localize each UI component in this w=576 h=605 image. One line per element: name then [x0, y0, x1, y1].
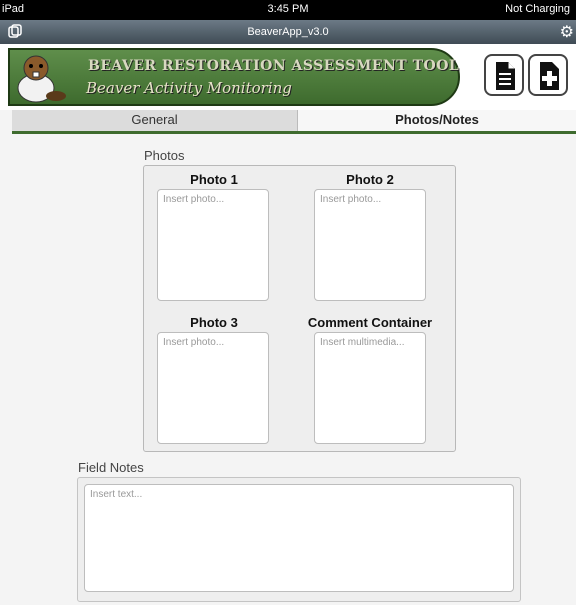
- photo-2-title: Photo 2: [346, 172, 394, 187]
- photo-3-field[interactable]: Insert photo...: [157, 332, 269, 444]
- photo-1-field[interactable]: Insert photo...: [157, 189, 269, 301]
- app-title-bar: BeaverApp_v3.0 ⚙: [0, 20, 576, 44]
- comment-container-title: Comment Container: [307, 315, 433, 330]
- field-notes-label: Field Notes: [78, 460, 144, 475]
- banner-bar: [8, 48, 460, 106]
- comment-container-field[interactable]: Insert multimedia...: [314, 332, 426, 444]
- banner-subtitle: Beaver Activity Monitoring: [86, 79, 292, 97]
- beaver-logo: [17, 55, 66, 103]
- photo-2-field[interactable]: Insert photo...: [314, 189, 426, 301]
- photos-section-label: Photos: [144, 148, 185, 163]
- add-button[interactable]: [528, 54, 568, 96]
- photo-3-title: Photo 3: [190, 315, 238, 330]
- app-banner: BEAVER RESTORATION ASSESSMENT TOOL Beave…: [0, 44, 576, 110]
- tab-photos-notes[interactable]: Photos/Notes: [298, 110, 576, 131]
- field-notes-container: Insert text...: [77, 477, 521, 602]
- status-bar: iPad 3:45 PM Not Charging: [0, 0, 576, 20]
- battery-status: Not Charging: [505, 3, 570, 15]
- app-title: BeaverApp_v3.0: [247, 26, 329, 38]
- photo-1-title: Photo 1: [190, 172, 238, 187]
- clock: 3:45 PM: [267, 3, 309, 15]
- new-document-button[interactable]: [484, 54, 524, 96]
- photos-container: Photo 1 Insert photo... Photo 2 Insert p…: [143, 165, 456, 452]
- field-notes-input[interactable]: Insert text...: [84, 484, 514, 592]
- tab-bar: General Photos/Notes: [12, 110, 576, 134]
- gear-icon[interactable]: ⚙: [560, 22, 574, 42]
- banner-title: BEAVER RESTORATION ASSESSMENT TOOL: [88, 58, 460, 74]
- tab-general[interactable]: General: [12, 110, 298, 131]
- plus-icon: [540, 62, 559, 90]
- document-icon: [496, 62, 515, 90]
